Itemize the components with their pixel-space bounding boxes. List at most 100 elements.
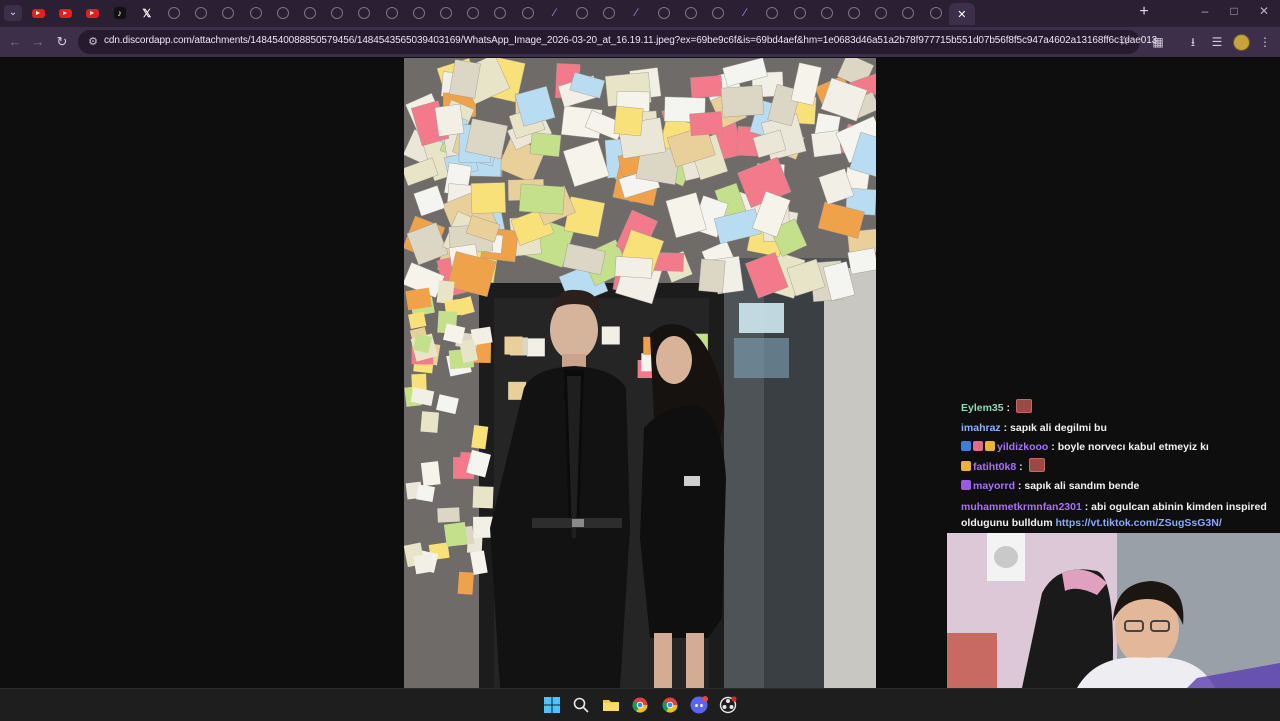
globe-icon xyxy=(684,7,697,19)
sticky-note xyxy=(689,111,724,136)
chat-username[interactable]: yildizkooo xyxy=(997,441,1048,453)
browser-tab[interactable]: ♪ xyxy=(110,4,130,22)
globe-icon xyxy=(222,7,235,19)
browser-tab[interactable] xyxy=(354,4,374,22)
chat-text: sapık ali degilmi bu xyxy=(1010,421,1107,434)
chat-username[interactable]: fatiht0k8 xyxy=(973,461,1016,473)
browser-tab[interactable] xyxy=(191,4,211,22)
browser-tab[interactable] xyxy=(926,4,946,22)
sticky-note xyxy=(526,338,545,357)
browser-tab[interactable] xyxy=(844,4,864,22)
minimize-icon[interactable]: – xyxy=(1195,4,1215,18)
sticky-note xyxy=(472,486,494,509)
globe-icon xyxy=(412,7,425,19)
browser-tab[interactable] xyxy=(55,4,75,22)
browser-tab[interactable] xyxy=(518,4,538,22)
browser-tab[interactable] xyxy=(409,4,429,22)
browser-tab[interactable]: ∕ xyxy=(545,4,565,22)
chat-message: imahraz : sapık ali degilmi bu xyxy=(955,419,1280,439)
chat-emote-icon xyxy=(1028,457,1045,472)
back-icon[interactable]: ← xyxy=(5,32,25,52)
browser-tab[interactable] xyxy=(300,4,320,22)
browser-tab[interactable] xyxy=(708,4,728,22)
browser-tab[interactable] xyxy=(599,4,619,22)
file-explorer-icon[interactable] xyxy=(602,696,620,714)
browser-tab[interactable] xyxy=(246,4,266,22)
tab-strip: ⌄ ♪ 𝕏 ∕ ∕ ∕ ✕ + – □ ✕ xyxy=(0,0,1280,27)
chrome-icon[interactable] xyxy=(631,696,649,714)
chat-text: boyle norvecı kabul etmeyiz kı xyxy=(1057,441,1209,453)
browser-tab[interactable] xyxy=(82,4,102,22)
browser-tab[interactable]: ∕ xyxy=(626,4,646,22)
twitch-icon: ∕ xyxy=(635,7,638,19)
chat-separator: : xyxy=(1003,402,1013,414)
url-text[interactable]: cdn.discordapp.com/attachments/148454008… xyxy=(104,35,1157,46)
site-info-icon[interactable]: ⚙ xyxy=(86,35,100,49)
browser-tab[interactable] xyxy=(681,4,701,22)
youtube-icon xyxy=(85,8,99,18)
browser-tab[interactable]: ∕ xyxy=(735,4,755,22)
profile-avatar[interactable] xyxy=(1233,34,1250,51)
browser-tab[interactable] xyxy=(382,4,402,22)
discord-icon[interactable] xyxy=(690,696,708,714)
reload-icon[interactable]: ↻ xyxy=(52,32,72,52)
chrome-icon[interactable] xyxy=(661,696,679,714)
menu-kebab-icon[interactable]: ⋮ xyxy=(1255,32,1275,52)
sticky-note xyxy=(408,311,427,329)
globe-icon xyxy=(195,7,208,19)
sticky-note xyxy=(420,461,441,487)
chat-username[interactable]: muhammetkrmnfan2301 xyxy=(961,501,1082,513)
chat-message: yildizkooo : boyle norvecı kabul etmeyiz… xyxy=(955,438,1280,458)
globe-icon xyxy=(766,7,779,19)
search-icon[interactable] xyxy=(572,696,590,714)
extensions-icon[interactable]: ▦ xyxy=(1148,32,1168,52)
sticky-note xyxy=(416,484,435,502)
browser-tab[interactable] xyxy=(898,4,918,22)
chat-message: mayorrd : sapık ali sandım bende xyxy=(955,477,1280,497)
tab-search-chevron-icon[interactable]: ⌄ xyxy=(4,5,22,21)
windows-start-icon[interactable] xyxy=(543,696,561,714)
sticky-note xyxy=(698,258,726,293)
globe-icon xyxy=(712,7,724,19)
browser-tab[interactable] xyxy=(273,4,293,22)
chat-username[interactable]: imahraz xyxy=(961,422,1001,434)
tab-close-icon[interactable]: ✕ xyxy=(957,8,966,21)
browser-tab[interactable] xyxy=(436,4,456,22)
bookmark-star-icon[interactable]: ☆ xyxy=(1118,33,1130,49)
browser-tab[interactable] xyxy=(28,4,48,22)
browser-tab[interactable] xyxy=(490,4,510,22)
browser-tab[interactable] xyxy=(871,4,891,22)
sticky-note xyxy=(470,182,506,214)
forward-icon[interactable]: → xyxy=(28,32,48,52)
download-icon[interactable]: ⭳ xyxy=(1183,32,1203,52)
sticky-note xyxy=(613,106,644,137)
youtube-icon xyxy=(58,8,72,18)
browser-tab[interactable] xyxy=(654,4,674,22)
browser-tab[interactable] xyxy=(164,4,184,22)
maximize-icon[interactable]: □ xyxy=(1224,4,1244,18)
browser-tab[interactable] xyxy=(817,4,837,22)
obs-icon[interactable] xyxy=(719,696,737,714)
chat-link[interactable]: https://vt.tiktok.com/ZSugSsG3N/ xyxy=(1055,517,1221,529)
browser-tab[interactable] xyxy=(327,4,347,22)
address-bar[interactable]: ⚙ cdn.discordapp.com/attachments/1484540… xyxy=(78,30,1157,54)
sticky-note xyxy=(601,326,620,345)
browser-tab[interactable] xyxy=(218,4,238,22)
globe-icon xyxy=(848,7,860,19)
browser-tab[interactable] xyxy=(790,4,810,22)
media-control-icon[interactable]: ☰ xyxy=(1207,32,1227,52)
displayed-photo xyxy=(404,58,876,688)
new-tab-button[interactable]: + xyxy=(1136,3,1152,21)
chat-username[interactable]: Eylem35 xyxy=(961,402,1004,414)
chat-badge-icon xyxy=(973,441,983,451)
globe-icon xyxy=(820,7,833,19)
browser-tab[interactable] xyxy=(572,4,592,22)
browser-tab[interactable] xyxy=(463,4,483,22)
chat-badge-icon xyxy=(985,441,995,451)
browser-tab[interactable]: 𝕏 xyxy=(137,4,157,22)
active-tab[interactable]: ✕ xyxy=(948,3,975,25)
chat-username[interactable]: mayorrd xyxy=(973,480,1015,492)
sticky-note xyxy=(529,132,562,157)
window-close-icon[interactable]: ✕ xyxy=(1254,4,1274,18)
browser-tab[interactable] xyxy=(762,4,782,22)
